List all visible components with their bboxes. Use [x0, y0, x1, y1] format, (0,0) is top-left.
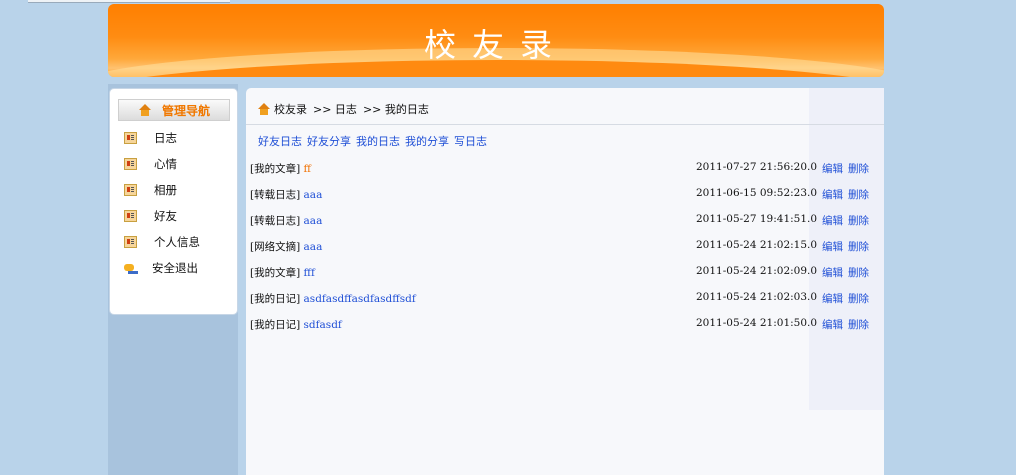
- row-date: 2011-07-27 21:56:20.0: [696, 161, 818, 173]
- delete-link[interactable]: 删除: [848, 265, 869, 280]
- sidebar-item-label: 个人信息: [154, 235, 200, 249]
- subnav-my-journal[interactable]: 我的日志: [356, 135, 400, 148]
- row-title-link[interactable]: aaa: [304, 215, 323, 227]
- edit-link[interactable]: 编辑: [822, 291, 843, 306]
- row-title-link[interactable]: asdfasdffasdfasdffsdf: [304, 293, 416, 305]
- edit-link[interactable]: 编辑: [822, 239, 843, 254]
- nav-title: 管理导航: [162, 103, 211, 118]
- main-content: 校友录 >> 日志 >> 我的日志 好友日志 好友分享 我的日志 我的分享 写日志 [我…: [246, 88, 884, 475]
- delete-link[interactable]: 删除: [848, 213, 869, 228]
- row-date: 2011-05-24 21:01:50.0: [696, 317, 818, 329]
- row-title-link[interactable]: sdfasdf: [304, 319, 342, 331]
- header-banner: 校友录: [108, 4, 884, 77]
- sidebar-item-journal[interactable]: 日志: [124, 127, 232, 149]
- divider: [246, 124, 884, 125]
- delete-link[interactable]: 删除: [848, 161, 869, 176]
- table-row: [转载日志] aaa 2011-05-27 19:41:51.0 编辑 删除: [250, 210, 876, 230]
- edit-link[interactable]: 编辑: [822, 317, 843, 332]
- subnav-friends-share[interactable]: 好友分享: [307, 135, 351, 148]
- subnav-my-share[interactable]: 我的分享: [405, 135, 449, 148]
- card-icon: [124, 236, 137, 248]
- row-date: 2011-05-24 21:02:09.0: [696, 265, 818, 277]
- card-icon: [124, 210, 137, 222]
- delete-link[interactable]: 删除: [848, 291, 869, 306]
- edit-link[interactable]: 编辑: [822, 187, 843, 202]
- row-category: [我的日记] sdfasdf: [250, 319, 342, 331]
- row-date: 2011-05-27 19:41:51.0: [696, 213, 818, 225]
- table-row: [我的文章] ff 2011-07-27 21:56:20.0 编辑 删除: [250, 158, 876, 178]
- home-icon: [139, 104, 152, 116]
- nav-header: 管理导航: [118, 99, 230, 121]
- sidebar-item-logout[interactable]: 安全退出: [124, 257, 232, 279]
- card-icon: [124, 158, 137, 170]
- sidebar-item-label: 安全退出: [152, 261, 198, 275]
- row-category: [网络文摘] aaa: [250, 241, 323, 253]
- sidebar-item-label: 日志: [154, 131, 177, 145]
- edit-link[interactable]: 编辑: [822, 213, 843, 228]
- sidebar-item-mood[interactable]: 心情: [124, 153, 232, 175]
- row-date: 2011-05-24 21:02:03.0: [696, 291, 818, 303]
- table-row: [我的文章] fff 2011-05-24 21:02:09.0 编辑 删除: [250, 262, 876, 282]
- breadcrumb-level1[interactable]: >> 日志: [313, 101, 357, 117]
- sidebar-item-label: 好友: [154, 209, 177, 223]
- sidebar-item-friends[interactable]: 好友: [124, 205, 232, 227]
- sidebar: 管理导航 日志 心情 相册 好友 个人信息 安全退出: [109, 88, 238, 315]
- table-row: [我的日记] asdfasdffasdfasdffsdf 2011-05-24 …: [250, 288, 876, 308]
- breadcrumb-level2: >> 我的日志: [362, 103, 429, 116]
- row-category: [我的文章] ff: [250, 163, 312, 175]
- sidebar-item-album[interactable]: 相册: [124, 179, 232, 201]
- site-title: 校友录: [423, 26, 568, 64]
- row-category: [转载日志] aaa: [250, 215, 323, 227]
- row-date: 2011-06-15 09:52:23.0: [696, 187, 818, 199]
- row-category: [转载日志] aaa: [250, 189, 323, 201]
- sidebar-item-label: 相册: [154, 183, 177, 197]
- row-title-link[interactable]: fff: [304, 267, 315, 279]
- sidebar-item-label: 心情: [154, 157, 177, 171]
- home-icon: [258, 103, 271, 115]
- delete-link[interactable]: 删除: [848, 317, 869, 332]
- row-title-link[interactable]: aaa: [304, 189, 323, 201]
- browser-top-strip: [28, 0, 230, 3]
- row-title-link[interactable]: aaa: [304, 241, 323, 253]
- row-category: [我的文章] fff: [250, 267, 315, 279]
- edit-link[interactable]: 编辑: [822, 161, 843, 176]
- delete-link[interactable]: 删除: [848, 239, 869, 254]
- row-date: 2011-05-24 21:02:15.0: [696, 239, 818, 251]
- row-category: [我的日记] asdfasdffasdfasdffsdf: [250, 293, 416, 305]
- card-icon: [124, 184, 137, 196]
- row-title-link[interactable]: ff: [304, 163, 311, 175]
- subnav-friends-journal[interactable]: 好友日志: [258, 135, 302, 148]
- subnav: 好友日志 好友分享 我的日志 我的分享 写日志: [258, 133, 492, 149]
- subnav-write-journal[interactable]: 写日志: [454, 135, 487, 148]
- table-row: [网络文摘] aaa 2011-05-24 21:02:15.0 编辑 删除: [250, 236, 876, 256]
- table-row: [转载日志] aaa 2011-06-15 09:52:23.0 编辑 删除: [250, 184, 876, 204]
- breadcrumb-root[interactable]: 校友录: [274, 101, 307, 117]
- sidebar-item-profile[interactable]: 个人信息: [124, 231, 232, 253]
- exit-icon: [124, 262, 138, 274]
- breadcrumb: 校友录 >> 日志 >> 我的日志: [258, 101, 429, 117]
- card-icon: [124, 132, 137, 144]
- table-row: [我的日记] sdfasdf 2011-05-24 21:01:50.0 编辑 …: [250, 314, 876, 334]
- edit-link[interactable]: 编辑: [822, 265, 843, 280]
- delete-link[interactable]: 删除: [848, 187, 869, 202]
